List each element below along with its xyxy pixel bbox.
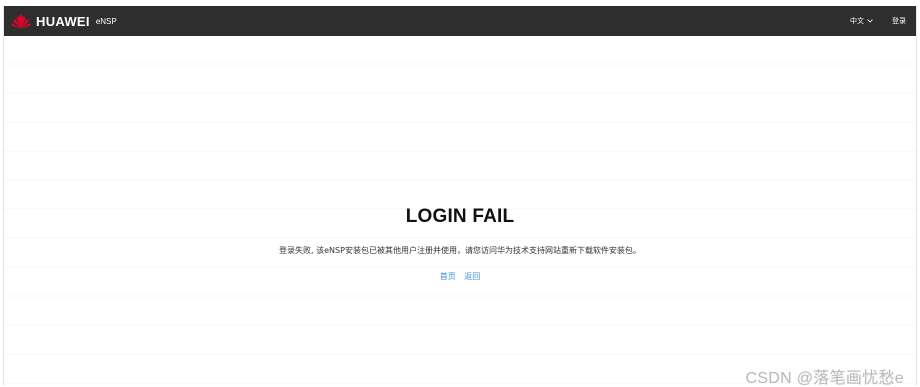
top-navigation-bar: HUAWEI eNSP 中文 登录 — [4, 6, 916, 36]
header-actions: 中文 登录 — [850, 6, 906, 36]
home-link[interactable]: 首页 — [440, 272, 456, 281]
huawei-flower-icon — [11, 14, 31, 29]
brand-name: HUAWEI — [36, 13, 90, 29]
watermark-text: CSDN @落笔画忧愁e — [745, 370, 904, 386]
chevron-down-icon — [867, 19, 873, 23]
error-panel: LOGIN FAIL 登录失败, 该eNSP安装包已被其他用户注册并使用，请您访… — [4, 206, 916, 282]
product-name: eNSP — [95, 17, 117, 26]
back-link[interactable]: 返回 — [464, 272, 480, 281]
browser-page: HUAWEI eNSP 中文 登录 LOGIN FAIL 登录失败, 该eNSP… — [3, 6, 917, 386]
login-link[interactable]: 登录 — [892, 16, 906, 26]
action-links: 首页 返回 — [4, 271, 916, 282]
page-title: LOGIN FAIL — [405, 206, 515, 227]
huawei-logo[interactable]: HUAWEI eNSP — [10, 6, 117, 36]
error-message: 登录失败, 该eNSP安装包已被其他用户注册并使用，请您访问华为技术支持网站重新… — [279, 246, 641, 255]
language-label: 中文 — [850, 17, 864, 25]
language-selector[interactable]: 中文 — [850, 16, 873, 26]
